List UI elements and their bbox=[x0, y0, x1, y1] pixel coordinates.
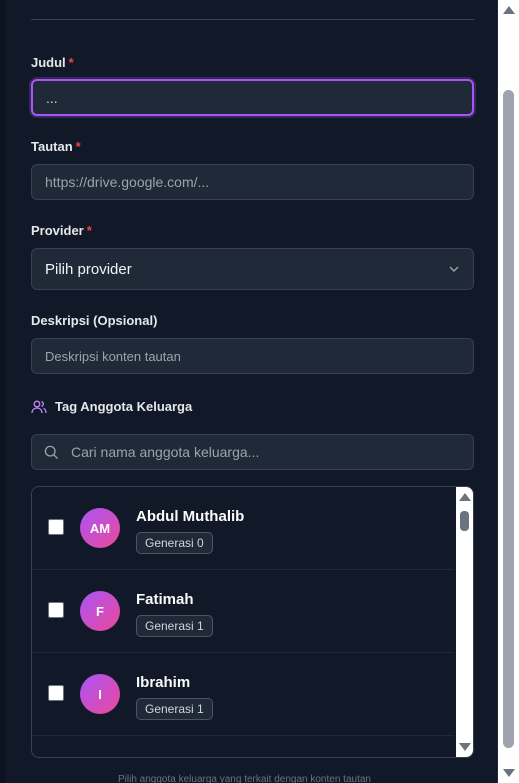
member-list: AM Abdul Muthalib Generasi 0 F Fatimah G… bbox=[31, 486, 474, 758]
member-name: Abdul Muthalib bbox=[136, 508, 245, 525]
title-input-value: ... bbox=[46, 89, 58, 106]
member-list-scrollbar[interactable] bbox=[456, 487, 473, 757]
generation-badge: Generasi 0 bbox=[136, 532, 213, 554]
avatar: I bbox=[80, 674, 120, 714]
description-input[interactable]: Deskripsi konten tautan bbox=[31, 338, 474, 374]
title-input[interactable]: ... bbox=[31, 79, 474, 116]
scroll-up-arrow-icon[interactable] bbox=[503, 6, 515, 14]
link-label: Tautan * bbox=[31, 139, 81, 154]
provider-selected-value: Pilih provider bbox=[45, 260, 132, 278]
tag-section-title: Tag Anggota Keluarga bbox=[31, 399, 192, 414]
scroll-down-arrow-icon[interactable] bbox=[503, 769, 515, 777]
avatar: F bbox=[80, 591, 120, 631]
provider-select[interactable]: Pilih provider bbox=[31, 248, 474, 290]
users-icon bbox=[31, 400, 47, 413]
title-label: Judul * bbox=[31, 55, 74, 70]
list-item[interactable]: AM Abdul Muthalib Generasi 0 bbox=[32, 487, 454, 570]
search-placeholder: Cari nama anggota keluarga... bbox=[71, 444, 260, 460]
search-icon bbox=[44, 445, 58, 459]
link-input[interactable]: https://drive.google.com/... bbox=[31, 164, 474, 200]
member-list-hint: Pilih anggota keluarga yang terkait deng… bbox=[118, 774, 371, 783]
link-placeholder: https://drive.google.com/... bbox=[45, 174, 210, 190]
scroll-up-arrow-icon[interactable] bbox=[459, 493, 471, 501]
scrollbar-thumb[interactable] bbox=[460, 511, 469, 531]
generation-badge: Generasi 1 bbox=[136, 615, 213, 637]
member-checkbox[interactable] bbox=[48, 602, 64, 618]
member-search-input[interactable]: Cari nama anggota keluarga... bbox=[31, 434, 474, 470]
modal-scrollbar[interactable] bbox=[498, 0, 519, 783]
list-item[interactable]: F Fatimah Generasi 1 bbox=[32, 570, 454, 653]
member-name: Ibrahim bbox=[136, 674, 191, 691]
add-link-modal: Judul * ... Tautan * https://drive.google.… bbox=[6, 0, 498, 783]
member-checkbox[interactable] bbox=[48, 685, 64, 701]
avatar: AM bbox=[80, 508, 120, 548]
scrollbar-thumb[interactable] bbox=[503, 90, 514, 748]
description-label: Deskripsi (Opsional) bbox=[31, 313, 158, 328]
chevron-down-icon bbox=[449, 266, 459, 272]
divider bbox=[31, 19, 474, 20]
list-item[interactable]: I Ibrahim Generasi 1 bbox=[32, 653, 454, 736]
generation-badge: Generasi 1 bbox=[136, 698, 213, 720]
member-checkbox[interactable] bbox=[48, 519, 64, 535]
member-name: Fatimah bbox=[136, 591, 194, 608]
provider-label: Provider * bbox=[31, 223, 92, 238]
scroll-down-arrow-icon[interactable] bbox=[459, 743, 471, 751]
description-placeholder: Deskripsi konten tautan bbox=[45, 348, 181, 364]
